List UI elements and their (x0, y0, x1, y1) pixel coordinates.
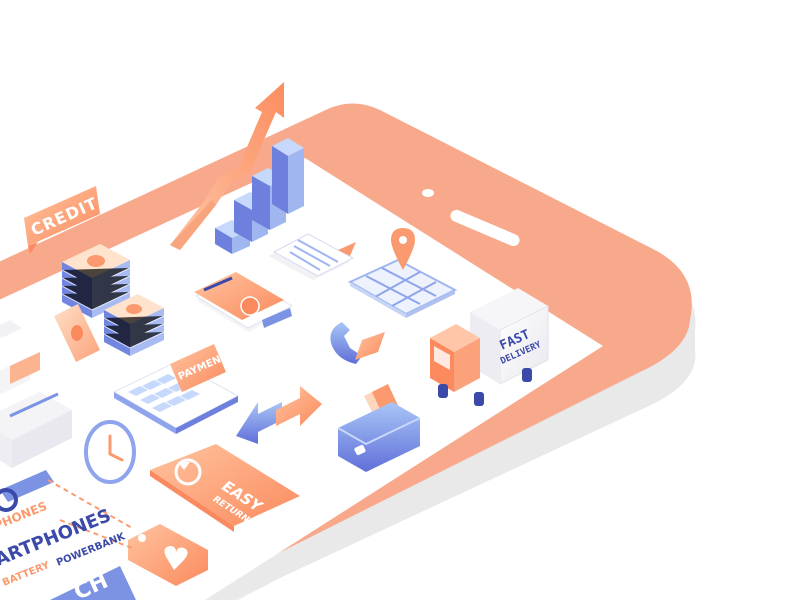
phone-camera (422, 189, 434, 197)
isometric-illustration: CREDIT FAST DELIVERY PAYMENTS EASY RETUR… (0, 82, 696, 600)
clock-icon (84, 420, 136, 484)
